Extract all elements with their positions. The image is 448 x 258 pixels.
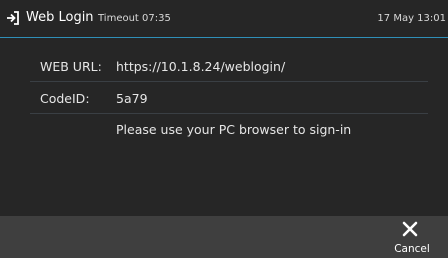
web-login-screen: Web Login Timeout 07:35 17 May 13:01 WEB… <box>0 0 448 258</box>
web-url-label: WEB URL: <box>40 59 102 74</box>
page-title: Web Login <box>26 10 94 25</box>
web-url-value: https://10.1.8.24/weblogin/ <box>116 59 286 74</box>
close-icon <box>402 221 418 237</box>
date-time: 17 May 13:01 <box>377 13 446 24</box>
timeout-countdown: Timeout 07:35 <box>98 13 171 24</box>
login-arrow-icon <box>7 11 19 25</box>
softkey-bar: Cancel <box>0 216 448 258</box>
web-url-row: WEB URL: https://10.1.8.24/weblogin/ <box>30 52 428 82</box>
code-id-row: CodeID: 5a79 <box>30 84 428 114</box>
cancel-label: Cancel <box>394 243 430 255</box>
cancel-button[interactable]: Cancel <box>376 216 448 258</box>
code-id-label: CodeID: <box>40 91 90 106</box>
code-id-value: 5a79 <box>116 91 148 106</box>
title-bar: Web Login Timeout 07:35 17 May 13:01 <box>0 0 448 38</box>
sign-in-instruction: Please use your PC browser to sign-in <box>116 122 352 137</box>
